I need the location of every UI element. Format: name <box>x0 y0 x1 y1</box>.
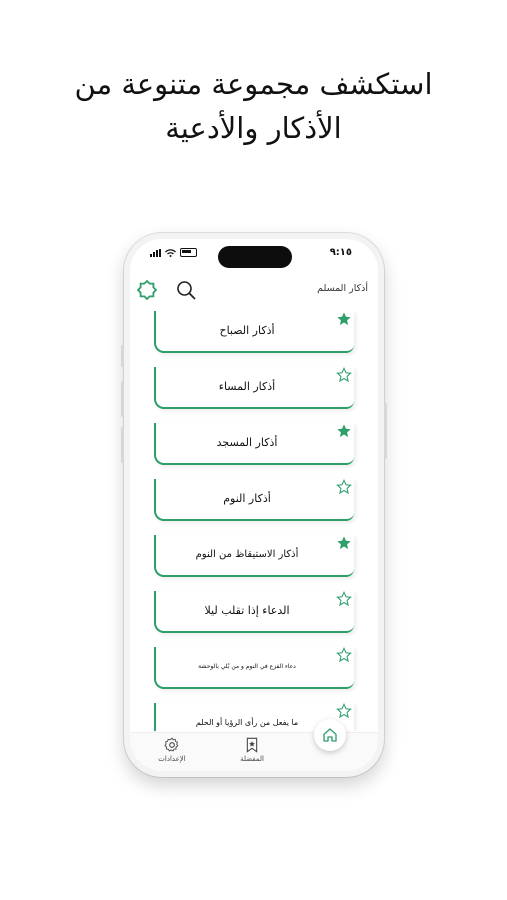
app-title: أذكار المسلم <box>317 283 368 294</box>
star-outline-icon[interactable] <box>336 367 352 383</box>
list-item[interactable]: أذكار المسجد <box>154 423 354 465</box>
star-outline-icon[interactable] <box>336 703 352 719</box>
star-filled-icon[interactable] <box>336 423 352 439</box>
list-item[interactable]: أذكار الاستيقاظ من النوم <box>154 535 354 577</box>
star-outline-icon[interactable] <box>336 591 352 607</box>
power-button <box>384 403 387 459</box>
headline-line-1: استكشف مجموعة متنوعة من <box>74 67 433 101</box>
gear-icon <box>164 737 179 752</box>
adhkar-list: أذكار الصباح أذكار المساء أذكار المسجد أ… <box>130 311 378 731</box>
battery-icon <box>180 248 197 257</box>
volume-up-button <box>121 381 124 417</box>
tab-favorites[interactable]: المفضلة <box>232 737 272 763</box>
app-screen: ٩:١٥ أذكار المسلم أذكار الصباح أذكار الم… <box>130 239 378 771</box>
signal-icon <box>150 248 161 257</box>
list-item[interactable]: أذكار المساء <box>154 367 354 409</box>
star-outline-icon[interactable] <box>336 647 352 663</box>
wifi-icon <box>165 248 176 257</box>
tab-favorites-label: المفضلة <box>240 755 264 763</box>
star-filled-icon[interactable] <box>336 535 352 551</box>
search-icon[interactable] <box>176 280 196 300</box>
status-time: ٩:١٥ <box>329 247 352 258</box>
app-bar: أذكار المسلم <box>130 277 378 303</box>
list-item[interactable]: أذكار الصباح <box>154 311 354 353</box>
mute-switch <box>121 345 124 367</box>
volume-down-button <box>121 427 124 463</box>
item-label: ما يفعل من رأى الرؤيا أو الحلم <box>195 717 299 727</box>
home-button[interactable] <box>314 719 346 751</box>
list-item[interactable]: أذكار النوم <box>154 479 354 521</box>
dynamic-island <box>218 246 292 268</box>
item-label: أذكار النوم <box>223 491 271 505</box>
item-label: الدعاء إذا تقلب ليلا <box>204 603 290 617</box>
star-outline-icon[interactable] <box>336 479 352 495</box>
item-label: دعاء الفزع في النوم و من بُلي بالوحشة <box>198 662 296 670</box>
list-item[interactable]: دعاء الفزع في النوم و من بُلي بالوحشة <box>154 647 354 689</box>
item-label: أذكار الاستيقاظ من النوم <box>195 548 299 560</box>
item-label: أذكار المسجد <box>216 435 278 449</box>
item-label: أذكار المساء <box>218 379 276 393</box>
tab-settings-label: الإعدادات <box>158 755 186 763</box>
tab-settings[interactable]: الإعدادات <box>152 737 192 763</box>
moon-badge-icon[interactable] <box>136 279 158 301</box>
list-item[interactable]: الدعاء إذا تقلب ليلا <box>154 591 354 633</box>
bookmark-star-icon <box>246 737 258 753</box>
status-icons <box>150 248 197 257</box>
star-filled-icon[interactable] <box>336 311 352 327</box>
headline-line-2: الأذكار والأدعية <box>165 111 342 145</box>
tab-bar: الإعدادات المفضلة <box>130 719 378 771</box>
phone-frame: ٩:١٥ أذكار المسلم أذكار الصباح أذكار الم… <box>121 233 387 777</box>
headline: استكشف مجموعة متنوعة من الأذكار والأدعية <box>0 62 507 150</box>
home-icon <box>323 728 337 742</box>
item-label: أذكار الصباح <box>219 323 275 337</box>
